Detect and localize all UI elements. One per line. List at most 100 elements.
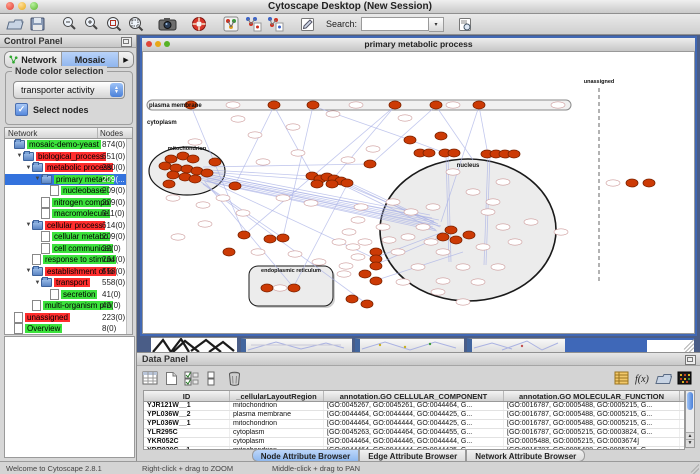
tree-row[interactable]: ▼primary metabo209(... bbox=[5, 174, 132, 186]
network-node[interactable] bbox=[508, 150, 520, 158]
network-node-label[interactable] bbox=[466, 189, 480, 195]
network-node[interactable] bbox=[389, 101, 401, 109]
table-cell[interactable]: cytoplasm bbox=[230, 438, 324, 446]
network-node[interactable] bbox=[364, 160, 376, 168]
network-node-label[interactable] bbox=[396, 279, 410, 285]
search-dropdown-icon[interactable]: ▾ bbox=[429, 17, 444, 32]
network-view-window[interactable]: primary metabolic process plasma membran… bbox=[140, 36, 697, 336]
tree-row[interactable]: Overview8(0) bbox=[5, 323, 132, 335]
network-node-label[interactable] bbox=[436, 278, 450, 284]
network-node-label[interactable] bbox=[496, 179, 510, 185]
network-node[interactable] bbox=[268, 101, 280, 109]
table-row[interactable]: YJR121W__1mitochondrion[GO:0045267, GO:0… bbox=[144, 402, 684, 411]
unselect-attributes-icon[interactable] bbox=[204, 370, 222, 386]
network-node[interactable] bbox=[326, 180, 338, 188]
table-cell[interactable]: mitochondrion bbox=[230, 402, 324, 410]
network-node-label[interactable] bbox=[288, 251, 302, 257]
tree-row[interactable]: nitrogen compo209(0) bbox=[5, 197, 132, 209]
network-node-label[interactable] bbox=[236, 210, 250, 216]
network-node-label[interactable] bbox=[188, 139, 202, 145]
network-node-label[interactable] bbox=[401, 234, 415, 240]
network-node-label[interactable] bbox=[332, 239, 346, 245]
network-node[interactable] bbox=[448, 149, 460, 157]
network-node-label[interactable] bbox=[256, 159, 270, 165]
network-node-label[interactable] bbox=[349, 102, 363, 108]
network-node-label[interactable] bbox=[251, 249, 265, 255]
network-node[interactable] bbox=[346, 295, 358, 303]
network-node[interactable] bbox=[238, 231, 250, 239]
network-node-label[interactable] bbox=[471, 279, 485, 285]
tree-row[interactable]: ▼metabolic process280(0) bbox=[5, 162, 132, 174]
attribute-matrix-icon[interactable] bbox=[675, 370, 693, 386]
tab-network[interactable]: Network bbox=[5, 52, 62, 67]
table-cell[interactable]: [GO:0016787, GO:0005215, GO:0003824, G..… bbox=[504, 429, 680, 437]
network-node-label[interactable] bbox=[312, 259, 326, 265]
scrollbar-thumb[interactable] bbox=[687, 392, 693, 410]
expand-arrow-icon[interactable]: ▼ bbox=[25, 222, 32, 228]
table-cell[interactable]: [GO:0016787, GO:0005488, GO:0005215, G..… bbox=[504, 420, 680, 428]
network-node[interactable] bbox=[189, 175, 201, 183]
expand-arrow-icon[interactable]: ▼ bbox=[25, 165, 32, 171]
network-node[interactable] bbox=[209, 158, 221, 166]
network-node[interactable] bbox=[430, 101, 442, 109]
table-cell[interactable]: [GO:0045263, GO:0044464, GO:0044455, G..… bbox=[324, 429, 504, 437]
network-node-label[interactable] bbox=[424, 239, 438, 245]
network-node[interactable] bbox=[463, 231, 475, 239]
table-cell[interactable]: YJR121W__1 bbox=[144, 402, 230, 410]
expand-arrow-icon[interactable]: ▼ bbox=[34, 280, 41, 286]
network-node[interactable] bbox=[229, 182, 241, 190]
attribute-table-icon[interactable] bbox=[141, 370, 159, 386]
network-node-label[interactable] bbox=[171, 234, 185, 240]
tree-row[interactable]: ▼biological_process651(0) bbox=[5, 151, 132, 163]
network-node-label[interactable] bbox=[326, 111, 340, 117]
network-node[interactable] bbox=[261, 284, 273, 292]
layout-blue-icon[interactable] bbox=[243, 15, 263, 33]
zoom-selected-icon[interactable] bbox=[103, 15, 123, 33]
network-node[interactable] bbox=[167, 171, 179, 179]
network-node[interactable] bbox=[187, 155, 199, 163]
network-node-label[interactable] bbox=[554, 229, 568, 235]
network-node-label[interactable] bbox=[351, 254, 365, 260]
tree-row-label[interactable]: cellular process bbox=[45, 221, 105, 230]
network-node-label[interactable] bbox=[342, 229, 356, 235]
network-node-label[interactable] bbox=[508, 239, 522, 245]
tree-row-label[interactable]: transport bbox=[54, 278, 90, 287]
network-node-label[interactable] bbox=[551, 102, 565, 108]
table-cell[interactable]: [GO:0045267, GO:0045261, GO:0044464, G..… bbox=[324, 402, 504, 410]
table-cell[interactable]: YKR052C bbox=[144, 438, 230, 446]
network-node[interactable] bbox=[643, 179, 655, 187]
network-node-label[interactable] bbox=[346, 244, 360, 250]
network-node-label[interactable] bbox=[486, 199, 500, 205]
tree-row[interactable]: response to stimulu264(0) bbox=[5, 254, 132, 266]
network-node-label[interactable] bbox=[351, 217, 365, 223]
network-node-label[interactable] bbox=[446, 102, 460, 108]
network-node-label[interactable] bbox=[248, 132, 262, 138]
float-panel-icon[interactable] bbox=[121, 37, 132, 47]
network-node-label[interactable] bbox=[337, 271, 351, 277]
vizmapper-icon[interactable] bbox=[221, 15, 241, 33]
network-window-titlebar[interactable]: primary metabolic process bbox=[142, 38, 695, 52]
table-cell[interactable]: [GO:0044464, GO:0044444, GO:0044425, G..… bbox=[324, 411, 504, 419]
table-column-header[interactable]: annotation.GO MOLECULAR_FUNCTION bbox=[504, 391, 680, 401]
network-node-label[interactable] bbox=[376, 224, 390, 230]
table-column-header[interactable]: annotation.GO CELLULAR_COMPONENT bbox=[324, 391, 504, 401]
network-node[interactable] bbox=[445, 226, 457, 234]
snapshot-camera-icon[interactable] bbox=[157, 15, 177, 33]
scroll-down-icon[interactable]: ▼ bbox=[686, 439, 694, 447]
network-node-label[interactable] bbox=[606, 180, 620, 186]
node-color-dropdown[interactable]: transporter activity ▲▼ bbox=[13, 81, 125, 99]
network-node[interactable] bbox=[307, 101, 319, 109]
network-node-label[interactable] bbox=[358, 239, 372, 245]
tree-col-nodes[interactable]: Nodes bbox=[98, 128, 132, 138]
window-resize-grip[interactable] bbox=[647, 338, 694, 352]
select-nodes-checkbox[interactable]: ✓ bbox=[15, 103, 28, 116]
save-icon[interactable] bbox=[27, 15, 47, 33]
table-cell[interactable]: YLR295C bbox=[144, 429, 230, 437]
table-column-header[interactable]: ID bbox=[144, 391, 230, 401]
network-node-label[interactable] bbox=[491, 264, 505, 270]
tree-row[interactable]: mosaic-demo-yeast874(0) bbox=[5, 139, 132, 151]
network-node-label[interactable] bbox=[456, 299, 470, 305]
float-panel-icon[interactable] bbox=[685, 355, 696, 365]
network-node[interactable] bbox=[361, 300, 373, 308]
network-node-label[interactable] bbox=[436, 249, 450, 255]
